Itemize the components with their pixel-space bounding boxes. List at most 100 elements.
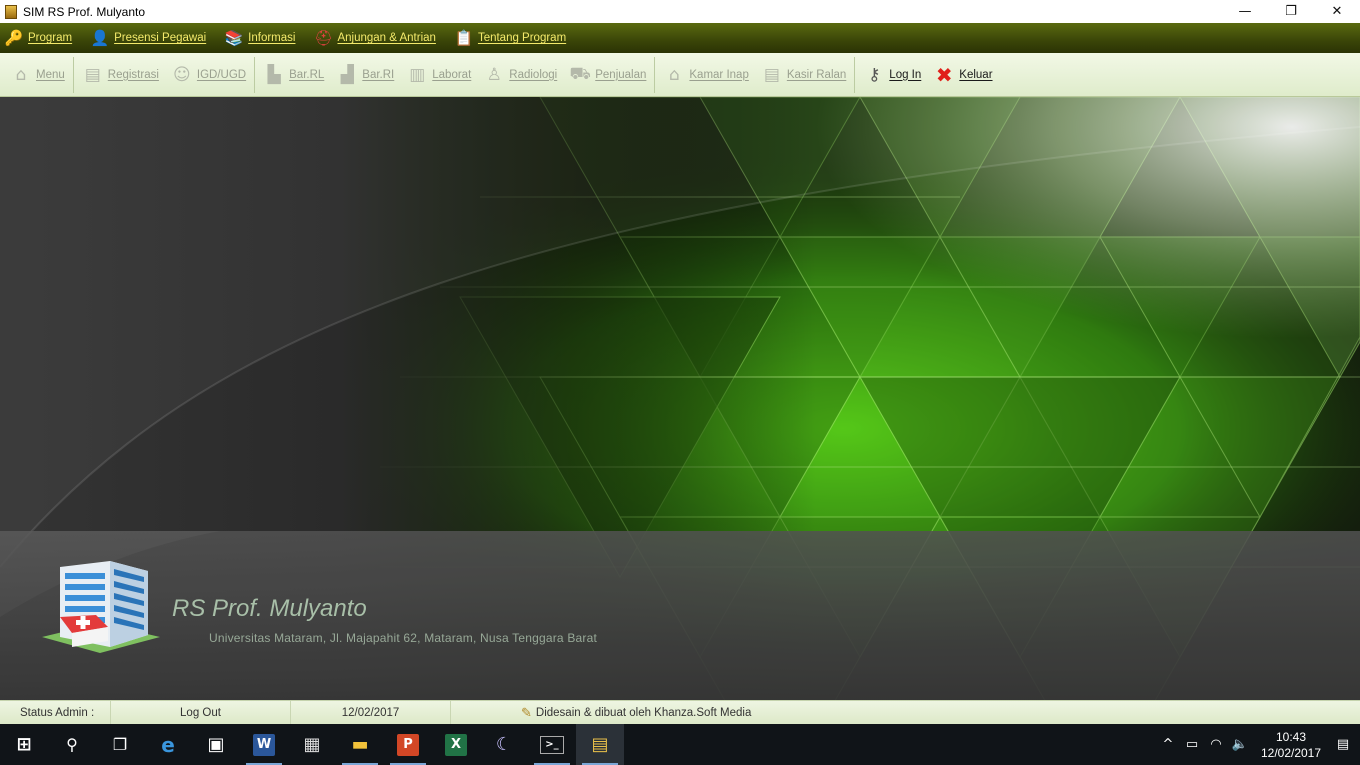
system-tray: ^ ▭ ◠ 🔈 10:43 12/02/2017 ▤ [1156, 724, 1360, 765]
toolbar-kasir-ralan-button[interactable]: ▤ Kasir Ralan [755, 55, 852, 95]
start-button[interactable]: ⊞ [0, 724, 48, 765]
books-icon: 📚 [224, 29, 244, 47]
toolbar-label: IGD/UGD [196, 68, 247, 81]
battery-icon[interactable]: ▭ [1180, 724, 1204, 765]
excel-icon: X [445, 733, 467, 756]
menu-label: Program [28, 32, 73, 44]
toolbar-separator [72, 56, 74, 93]
taskbar-sim-rs-app[interactable]: ▤ [576, 724, 624, 765]
bed-icon: ▟ [340, 64, 354, 85]
terminal-icon: >_ [540, 735, 564, 754]
clipboard-icon: 📋 [454, 29, 474, 47]
toolbar-label: Radiologi [509, 68, 558, 81]
tray-chevron-icon[interactable]: ^ [1156, 724, 1180, 765]
toolbar-bar-rl-button[interactable]: ▙ Bar.RL [257, 55, 330, 95]
employee-icon: 👤 [90, 29, 110, 47]
toolbar-radiologi-button[interactable]: ♙ Radiologi [477, 55, 563, 95]
edge-icon: e [161, 732, 175, 757]
toolbar-separator [854, 56, 856, 93]
taskbar-powerpoint[interactable]: P [384, 724, 432, 765]
status-admin: Status Admin : [0, 700, 111, 725]
toolbar-kamar-inap-button[interactable]: ⌂ Kamar Inap [657, 55, 754, 95]
window-controls: — ❐ ✕ [1222, 0, 1360, 23]
taskbar-calculator[interactable]: ▦ [288, 724, 336, 765]
menu-label: Tentang Program [477, 32, 567, 44]
toolbar-registrasi-button[interactable]: ▤ Registrasi [76, 55, 165, 95]
search-icon: ⚲ [66, 735, 78, 754]
close-button[interactable]: ✕ [1314, 0, 1360, 23]
cart-icon: ⛟ [569, 63, 591, 84]
volume-icon[interactable]: 🔈 [1228, 724, 1252, 765]
word-icon: W [253, 733, 275, 756]
registration-icon: ▤ [84, 64, 101, 85]
toolbar-bar-ri-button[interactable]: ▟ Bar.RI [330, 55, 400, 95]
menu-program[interactable]: 🔑 Program [4, 28, 72, 48]
clock[interactable]: 10:43 12/02/2017 [1256, 729, 1326, 761]
status-bar: Status Admin : Log Out 12/02/2017 ✎ Dide… [0, 700, 1360, 725]
menu-informasi[interactable]: 📚 Informasi [224, 28, 296, 48]
toolbar-keluar-button[interactable]: ✖ Keluar [927, 55, 998, 95]
wifi-icon[interactable]: ◠ [1204, 724, 1228, 765]
calculator-icon: ▦ [303, 734, 321, 755]
toolbar-label: Penjualan [595, 68, 647, 81]
login-keys-icon: ⚷ [868, 64, 881, 85]
credit-text: Didesain & dibuat oleh Khanza.Soft Media [535, 706, 752, 719]
status-credit: ✎ Didesain & dibuat oleh Khanza.Soft Med… [451, 701, 751, 725]
taskbar-moon-app[interactable]: ☾ [480, 724, 528, 765]
clock-time: 10:43 [1275, 729, 1307, 744]
toolbar-menu-button[interactable]: ⌂ Menu [4, 55, 71, 95]
menu-presensi-pegawai[interactable]: 👤 Presensi Pegawai [90, 28, 206, 48]
menu-tentang-program[interactable]: 📋 Tentang Program [454, 28, 567, 48]
toolbar-separator [254, 56, 256, 93]
menu-label: Presensi Pegawai [114, 32, 207, 44]
toolbar-igd-ugd-button[interactable]: ☺ IGD/UGD [165, 55, 252, 95]
taskbar-word[interactable]: W [240, 724, 288, 765]
menu-label: Informasi [248, 32, 296, 44]
toolbar-separator [654, 56, 656, 93]
toolbar-label: Menu [36, 68, 65, 81]
toolbar-penjualan-button[interactable]: ⛟ Penjualan [563, 55, 652, 95]
start-icon: ⊞ [16, 734, 32, 755]
taskbar-file-explorer[interactable]: ▬ [336, 724, 384, 765]
toolbar-label: Kamar Inap [689, 68, 749, 81]
minimize-button[interactable]: — [1222, 0, 1268, 23]
hospital-address: Universitas Mataram, Jl. Majapahit 62, M… [209, 631, 598, 645]
cashier-icon: ▤ [763, 64, 780, 85]
search-button[interactable]: ⚲ [48, 724, 96, 765]
store-icon: ▣ [207, 734, 225, 755]
hospital-building-icon [42, 561, 160, 653]
clock-date: 12/02/2017 [1260, 745, 1322, 760]
title-bar: SIM RS Prof. Mulyanto — ❐ ✕ [0, 0, 1360, 23]
toolbar-label: Bar.RI [362, 68, 395, 81]
taskbar-store[interactable]: ▣ [192, 724, 240, 765]
main-background: RS Prof. Mulyanto Universitas Mataram, J… [0, 97, 1360, 700]
file-explorer-icon: ▬ [351, 734, 369, 755]
window-title: SIM RS Prof. Mulyanto [23, 4, 146, 19]
toolbar-label: Bar.RL [289, 68, 325, 81]
app-icon [5, 4, 17, 19]
radiology-icon: ♙ [486, 64, 502, 85]
toolbar-laborat-button[interactable]: ▥ Laborat [400, 55, 477, 95]
app-moon-icon: ☾ [495, 734, 513, 755]
toolbar: ⌂ Menu ▤ Registrasi ☺ IGD/UGD ▙ Bar.RL ▟… [0, 53, 1360, 97]
toolbar-label: Keluar [959, 68, 993, 81]
taskbar-edge[interactable]: e [144, 724, 192, 765]
toolbar-label: Kasir Ralan [786, 68, 847, 81]
task-view-button[interactable]: ❐ [96, 724, 144, 765]
status-date: 12/02/2017 [291, 700, 451, 725]
notifications-icon[interactable]: ▤ [1326, 724, 1360, 765]
restore-button[interactable]: ❐ [1268, 0, 1314, 23]
toolbar-login-button[interactable]: ⚷ Log In [857, 55, 927, 95]
taskbar-excel[interactable]: X [432, 724, 480, 765]
windows-taskbar: ⊞ ⚲ ❐ e ▣ W ▦ ▬ P X ☾ >_ ▤ ^ ▭ ◠ 🔈 10:43 [0, 724, 1360, 765]
status-logout[interactable]: Log Out [111, 700, 291, 725]
key-icon: 🔑 [4, 29, 24, 47]
stretcher-icon: ▙ [267, 64, 281, 85]
taskbar-terminal[interactable]: >_ [528, 724, 576, 765]
lab-icon: ▥ [409, 64, 426, 85]
hospital-name: RS Prof. Mulyanto [172, 595, 367, 622]
pen-icon: ✎ [521, 704, 532, 720]
brand-block: RS Prof. Mulyanto Universitas Mataram, J… [38, 557, 678, 667]
menu-anjungan-antrian[interactable]: ⛑ Anjungan & Antrian [313, 28, 436, 48]
toolbar-label: Laborat [432, 68, 472, 81]
